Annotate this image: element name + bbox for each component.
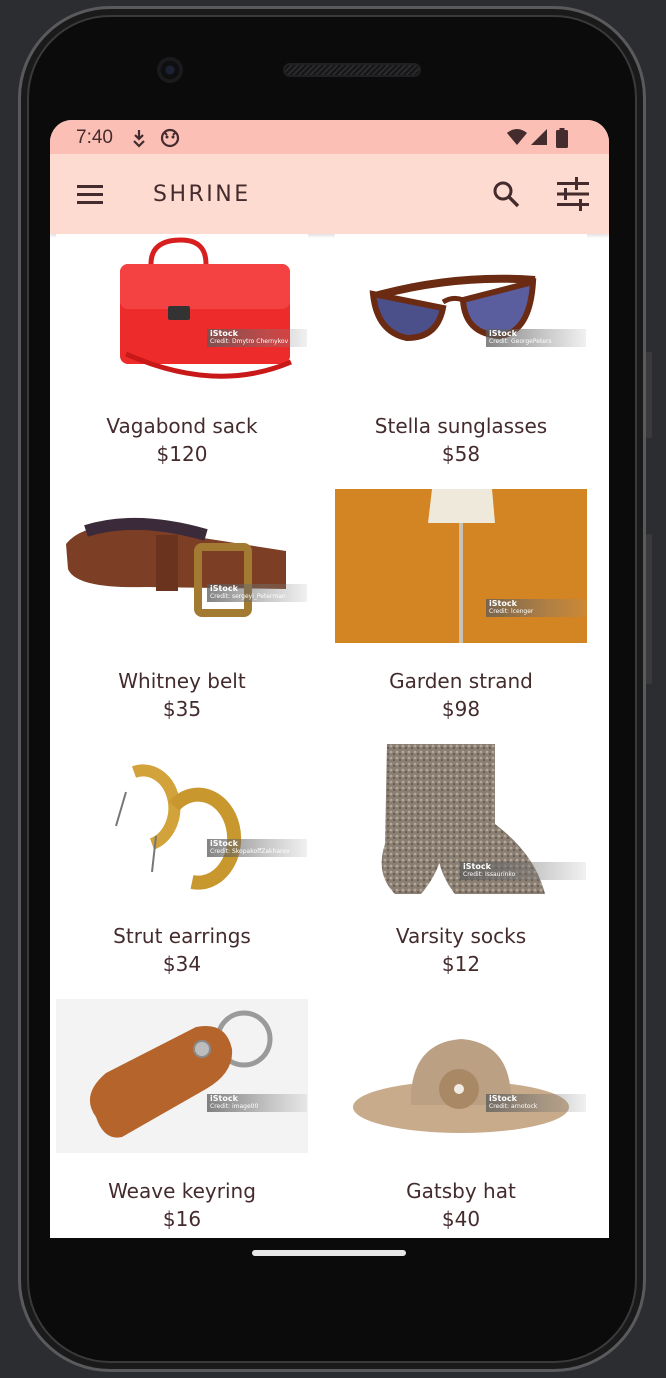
product-price: $34 (162, 952, 202, 976)
product-name: Stella sunglasses (374, 414, 548, 438)
product-card[interactable]: iStock Credit: GeorgePeters Stella sungla… (335, 234, 587, 489)
cell-signal-icon (531, 129, 547, 145)
product-price: $16 (162, 1207, 202, 1231)
wifi-icon (507, 129, 527, 145)
product-image: iStock Credit: arnotock (335, 999, 587, 1153)
product-image: iStock Credit: Issaurinko (335, 744, 587, 898)
home-gesture-bar[interactable] (252, 1250, 406, 1256)
volume-rocker[interactable] (646, 534, 652, 684)
front-camera (159, 59, 181, 81)
app-title: SHRINE (153, 182, 251, 207)
product-price: $40 (441, 1207, 481, 1231)
power-button[interactable] (646, 352, 652, 438)
search-icon[interactable] (486, 174, 526, 214)
stock-watermark: iStock Credit: lcenger (486, 599, 586, 617)
top-app-bar: SHRINE (50, 154, 609, 234)
product-image: iStock Credit: image00 (56, 999, 308, 1153)
product-card[interactable]: iStock Credit: SkopakoffZakharov Strut ea… (56, 744, 308, 999)
product-image: iStock Credit: lcenger (335, 489, 587, 643)
product-card[interactable]: iStock Credit: image00 Weave keyring $16 (56, 999, 308, 1238)
stock-watermark: iStock Credit: Dmytro Chernykov (207, 329, 307, 347)
product-image: iStock Credit: Dmytro Chernykov (56, 234, 308, 388)
download-notification-icon (133, 130, 145, 148)
stock-watermark: iStock Credit: Issaurinko (460, 862, 586, 880)
product-card[interactable]: iStock Credit: arnotock Gatsby hat $40 (335, 999, 587, 1238)
product-name: Whitney belt (118, 669, 246, 693)
product-image: iStock Credit: sergeyi_Peterman (56, 489, 308, 643)
status-bar: 7:40 (50, 120, 609, 154)
tune-icon[interactable] (553, 174, 593, 214)
stock-watermark: iStock Credit: arnotock (486, 1094, 586, 1112)
stock-watermark: iStock Credit: sergeyi_Peterman (207, 584, 307, 602)
earpiece-speaker (283, 63, 421, 77)
product-image: iStock Credit: GeorgePeters (335, 234, 587, 388)
product-price: $120 (156, 442, 208, 466)
product-name: Varsity socks (395, 924, 527, 948)
status-time: 7:40 (76, 127, 113, 148)
product-image: iStock Credit: SkopakoffZakharov (56, 744, 308, 898)
product-card[interactable]: iStock Credit: Dmytro Chernykov Vagabond … (56, 234, 308, 489)
battery-icon (556, 128, 568, 148)
android-notification-icon (160, 128, 180, 148)
product-name: Garden strand (389, 669, 533, 693)
product-card[interactable]: iStock Credit: Issaurinko Varsity socks $… (335, 744, 587, 999)
product-price: $98 (441, 697, 481, 721)
stock-watermark: iStock Credit: SkopakoffZakharov (207, 839, 307, 857)
product-price: $12 (441, 952, 481, 976)
product-card[interactable]: iStock Credit: lcenger Garden strand $98 (335, 489, 587, 744)
menu-icon[interactable] (70, 174, 110, 214)
product-name: Vagabond sack (106, 414, 258, 438)
product-name: Gatsby hat (406, 1179, 516, 1203)
device-screen: 7:40 SHRINE iStock Credit: Dmytro Cherny… (50, 120, 609, 1238)
product-name: Weave keyring (108, 1179, 256, 1203)
product-card[interactable]: iStock Credit: sergeyi_Peterman Whitney b… (56, 489, 308, 744)
product-name: Strut earrings (113, 924, 251, 948)
product-price: $58 (441, 442, 481, 466)
stock-watermark: iStock Credit: GeorgePeters (486, 329, 586, 347)
product-price: $35 (162, 697, 202, 721)
stock-watermark: iStock Credit: image00 (207, 1094, 307, 1112)
